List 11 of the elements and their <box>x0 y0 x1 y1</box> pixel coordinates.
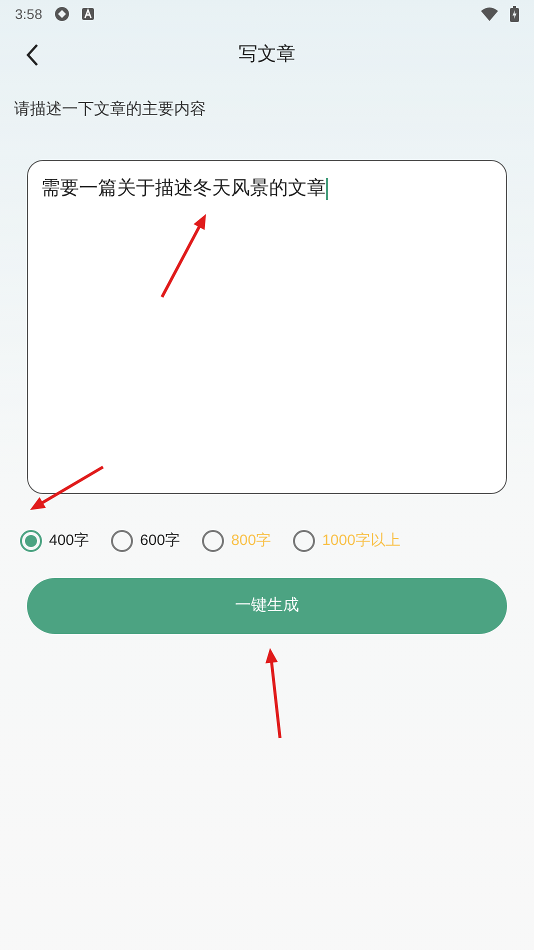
page-title: 写文章 <box>238 42 296 67</box>
length-radio[interactable]: 400字 <box>20 530 90 552</box>
prompt-text: 请描述一下文章的主要内容 <box>14 101 206 118</box>
back-icon <box>25 43 39 67</box>
wifi-icon <box>481 7 498 21</box>
length-radio[interactable]: 600字 <box>111 530 180 552</box>
status-time: 3:58 <box>15 4 42 24</box>
keyboard-a-icon <box>82 8 94 20</box>
aperture-icon <box>54 6 70 22</box>
description-textarea[interactable]: 需要一篇关于描述冬天风景的文章 <box>27 160 507 494</box>
battery-icon <box>510 6 519 22</box>
